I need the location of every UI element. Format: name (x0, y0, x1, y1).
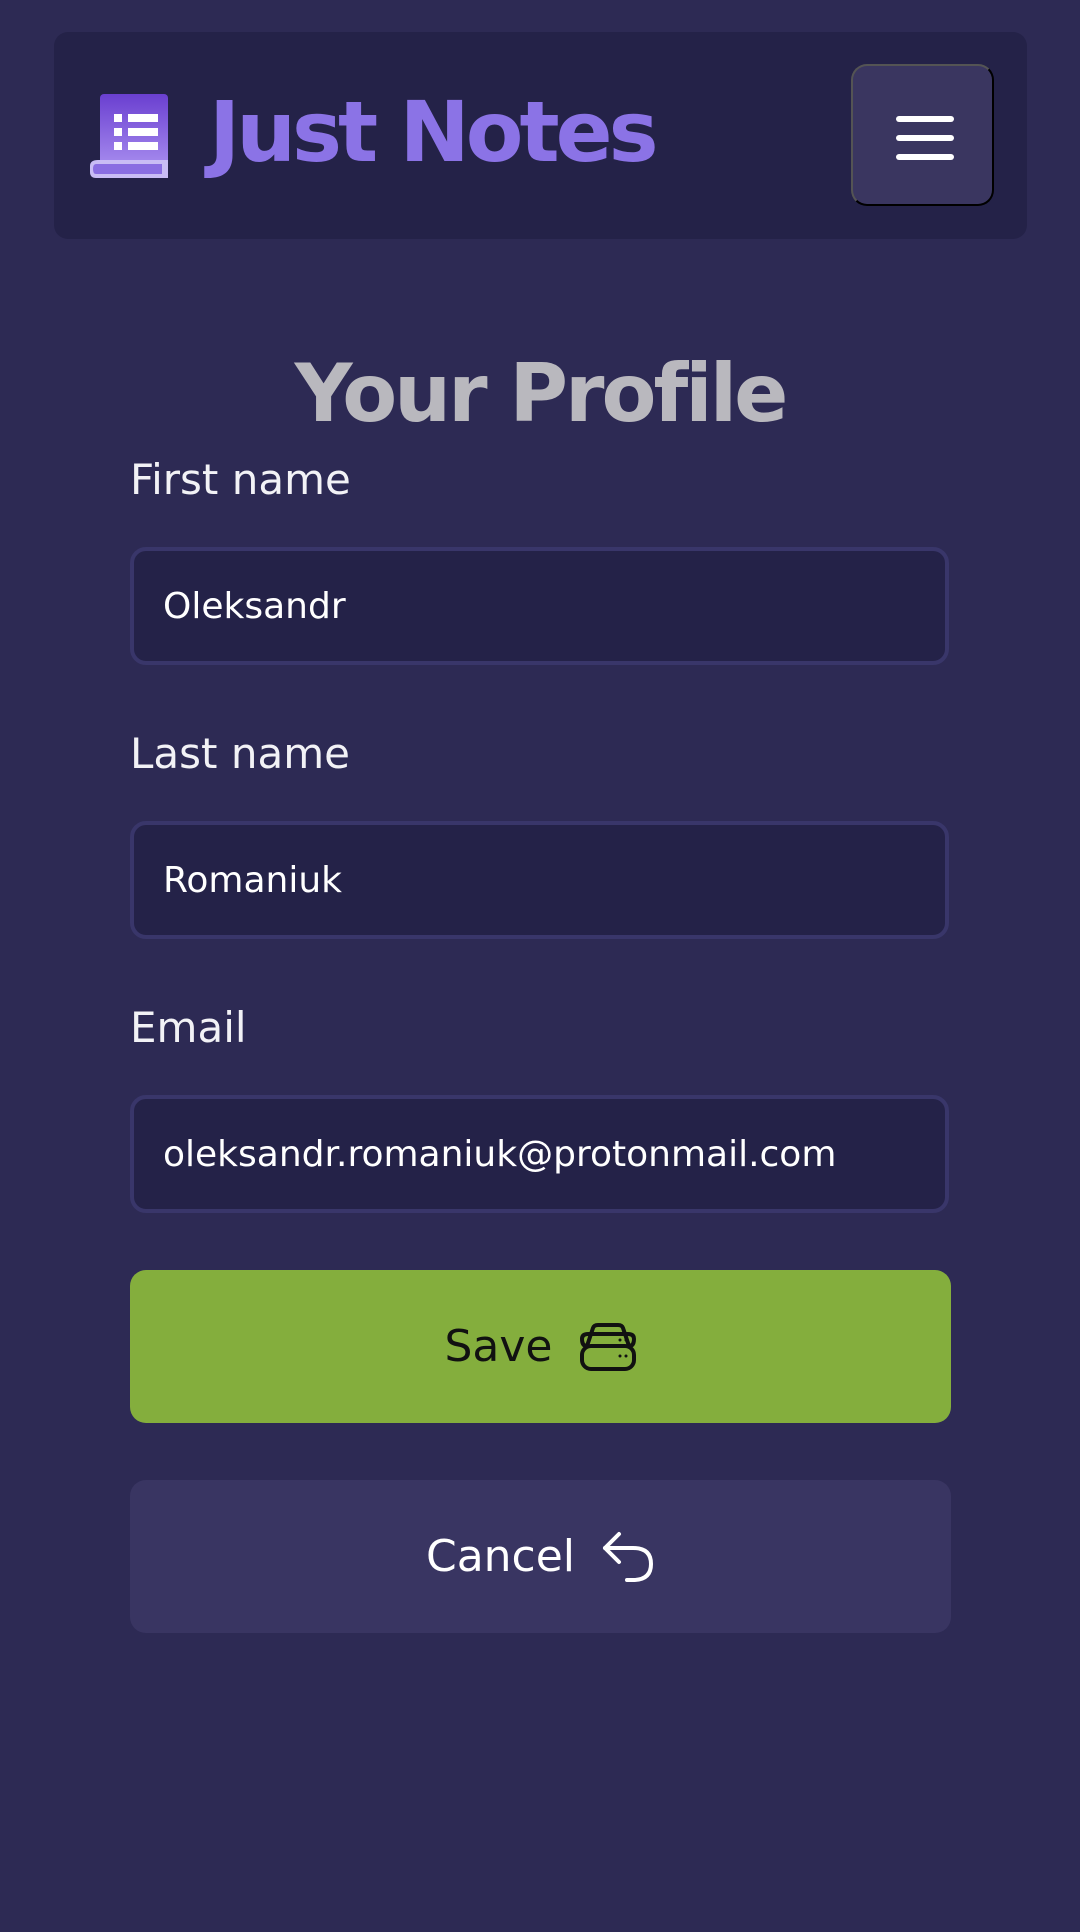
cancel-button[interactable]: Cancel (130, 1480, 951, 1633)
cancel-button-label: Cancel (425, 1531, 576, 1582)
email-label: Email (130, 1003, 247, 1052)
database-icon (579, 1322, 637, 1372)
notes-book-icon[interactable] (90, 94, 172, 178)
last-name-input[interactable] (130, 821, 949, 939)
save-button-label: Save (444, 1321, 553, 1372)
menu-button[interactable] (851, 64, 994, 206)
first-name-input[interactable] (130, 547, 949, 665)
save-button[interactable]: Save (130, 1270, 951, 1423)
first-name-label: First name (130, 455, 351, 504)
page-title: Your Profile (294, 346, 789, 440)
last-name-label: Last name (130, 729, 350, 778)
email-input[interactable] (130, 1095, 949, 1213)
navbar: Just Notes (54, 32, 1027, 239)
undo-arrow-icon (601, 1530, 655, 1584)
brand-title[interactable]: Just Notes (209, 90, 659, 174)
